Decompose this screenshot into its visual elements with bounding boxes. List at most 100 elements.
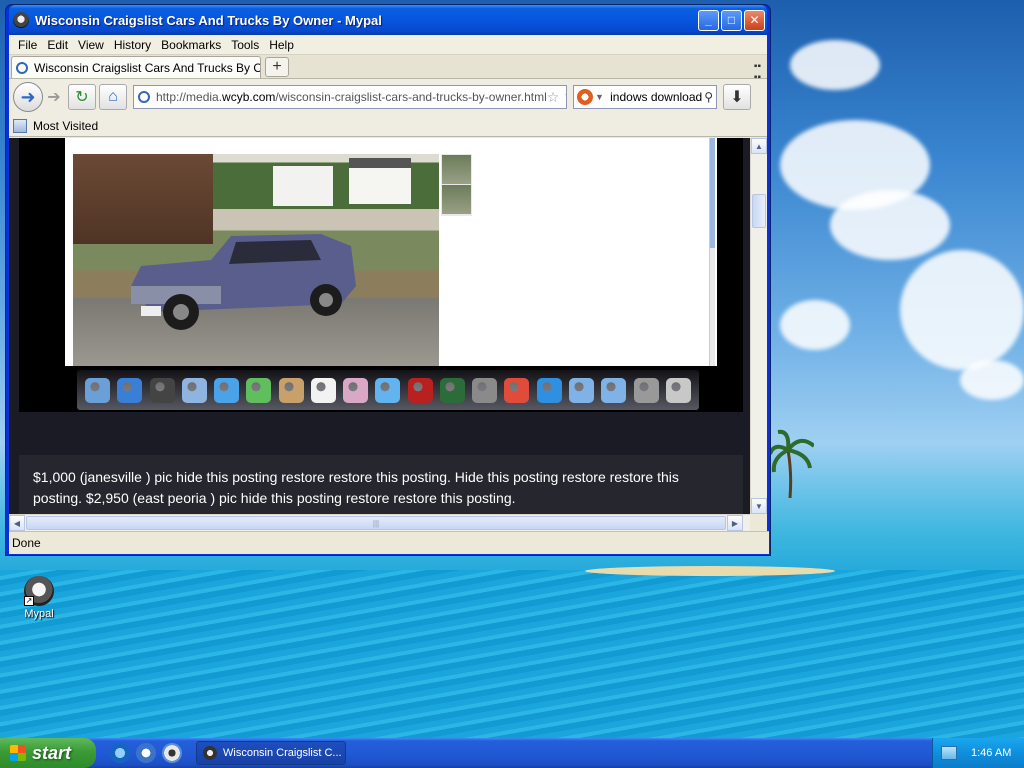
home-icon: ⌂ (108, 88, 118, 105)
list-all-tabs-icon[interactable]: ▪▪ ▪▪ (754, 61, 761, 83)
search-engine-icon[interactable] (577, 89, 593, 105)
cloud (780, 300, 850, 350)
navigation-toolbar: ➜ ➔ ↻ ⌂ http://media. wcyb.com/wisconsin-… (9, 79, 767, 115)
url-prefix: http://media. (156, 90, 223, 104)
desktop-icon-mypal[interactable]: ↗ Mypal (14, 576, 64, 620)
thumbnail-image[interactable] (442, 155, 471, 184)
download-arrow-icon: ⬇ (730, 89, 744, 106)
url-bar[interactable]: http://media. wcyb.com/wisconsin-craigsli… (133, 85, 567, 109)
site-identity-icon (138, 91, 150, 103)
url-path: /wisconsin-craigslist-cars-and-trucks-by… (275, 90, 547, 104)
gallery-scroll-thumb[interactable] (710, 138, 715, 248)
url-domain: wcyb.com (222, 90, 276, 104)
menu-tools[interactable]: Tools (226, 38, 264, 52)
listing-text-block: $1,000 (janesville ) pic hide this posti… (19, 455, 743, 514)
horizontal-scrollbar[interactable]: ◀ ||| ▶ (9, 514, 753, 531)
media-player-icon[interactable] (162, 743, 182, 763)
time-machine-icon (439, 377, 465, 403)
facetime-icon (246, 377, 272, 403)
maximize-button[interactable]: □ (721, 9, 742, 31)
start-button[interactable]: start (0, 738, 96, 768)
taskbar: start Wisconsin Craigslist C... 1:46 AM (0, 738, 1024, 768)
home-button[interactable]: ⌂ (99, 84, 127, 110)
vertical-scrollbar[interactable]: ▲ ▼ (750, 138, 767, 514)
tab-current[interactable]: Wisconsin Craigslist Cars And Trucks By … (11, 56, 261, 78)
page-favicon-icon (16, 61, 28, 74)
reload-button[interactable]: ↻ (68, 84, 96, 110)
island (585, 566, 835, 576)
photo-house (349, 158, 411, 204)
thumbnail-image[interactable] (442, 185, 471, 214)
chevron-down-icon[interactable]: ▼ (595, 92, 604, 102)
calendar-icon (310, 377, 336, 403)
bookmark-star-icon[interactable]: ☆ (547, 89, 560, 106)
image-panel (19, 138, 743, 412)
menu-help[interactable]: Help (264, 38, 299, 52)
scroll-right-button[interactable]: ▶ (727, 515, 743, 531)
url-history-dropdown-icon[interactable]: ▼ (563, 92, 566, 103)
documents-folder-icon (601, 377, 627, 403)
status-bar: Done (9, 531, 769, 554)
mypal-icon (13, 12, 29, 28)
mypal-icon: ↗ (24, 576, 54, 606)
launchpad-icon (149, 377, 175, 403)
mypal-icon (203, 746, 217, 760)
thumbnail-strip (441, 154, 472, 216)
page-viewport[interactable]: $1,000 (janesville ) pic hide this posti… (9, 138, 753, 514)
search-input[interactable]: windows download (610, 90, 702, 104)
sea (0, 570, 1024, 738)
chrome-icon (504, 377, 530, 403)
applications-folder-icon (568, 377, 594, 403)
cloud (900, 250, 1024, 370)
network-icon[interactable] (941, 746, 957, 760)
scroll-down-button[interactable]: ▼ (751, 498, 767, 514)
photo-house (273, 166, 333, 206)
photo-booth-icon (407, 377, 433, 403)
safari-icon (214, 377, 240, 403)
minimize-button[interactable]: _ (698, 9, 719, 31)
reload-icon: ↻ (75, 89, 89, 106)
menu-bookmarks[interactable]: Bookmarks (156, 38, 226, 52)
tab-bar: Wisconsin Craigslist Cars And Trucks By … (9, 55, 767, 83)
itunes-icon (375, 377, 401, 403)
email-client-icon[interactable] (136, 743, 156, 763)
palm-tree-icon (770, 429, 814, 498)
desktop-icon-label: Mypal (24, 608, 54, 620)
back-button[interactable]: ➜ (13, 82, 43, 112)
finder-icon (85, 377, 110, 403)
most-visited-icon (13, 118, 27, 133)
downloads-button[interactable]: ⬇ (723, 84, 751, 110)
bookmark-most-visited[interactable]: Most Visited (33, 119, 98, 133)
horizontal-scroll-thumb[interactable]: ||| (26, 516, 726, 530)
menu-bar: File Edit View History Bookmarks Tools H… (9, 35, 767, 55)
menu-edit[interactable]: Edit (42, 38, 73, 52)
contacts-icon (278, 377, 304, 403)
mail-icon (181, 377, 207, 403)
quicktime-icon (536, 377, 562, 403)
scroll-up-button[interactable]: ▲ (751, 138, 767, 154)
internet-explorer-icon[interactable] (110, 743, 130, 763)
window-client: File Edit View History Bookmarks Tools H… (9, 35, 769, 554)
new-tab-button[interactable]: + (265, 57, 289, 77)
menu-history[interactable]: History (109, 38, 156, 52)
title-bar[interactable]: Wisconsin Craigslist Cars And Trucks By … (9, 5, 767, 35)
image-gallery (65, 138, 717, 366)
scroll-left-button[interactable]: ◀ (9, 515, 25, 531)
gallery-scrollbar[interactable] (709, 138, 715, 366)
menu-file[interactable]: File (13, 38, 42, 52)
system-tray: 1:46 AM (932, 738, 1024, 768)
browser-window: Wisconsin Craigslist Cars And Trucks By … (5, 4, 771, 556)
cloud (960, 360, 1024, 400)
search-icon[interactable]: ⚲ (704, 90, 713, 104)
forward-button[interactable]: ➔ (43, 84, 65, 110)
dock-image (77, 370, 699, 410)
menu-view[interactable]: View (73, 38, 109, 52)
clock[interactable]: 1:46 AM (971, 747, 1011, 759)
vertical-scroll-thumb[interactable] (752, 194, 766, 228)
taskbar-task-mypal[interactable]: Wisconsin Craigslist C... (196, 741, 346, 765)
truck-photo[interactable] (73, 154, 439, 366)
search-bar[interactable]: ▼ windows download ⚲ (573, 85, 717, 109)
status-text: Done (12, 536, 41, 550)
windows-logo-icon (10, 745, 26, 761)
close-button[interactable]: ✕ (744, 9, 765, 31)
